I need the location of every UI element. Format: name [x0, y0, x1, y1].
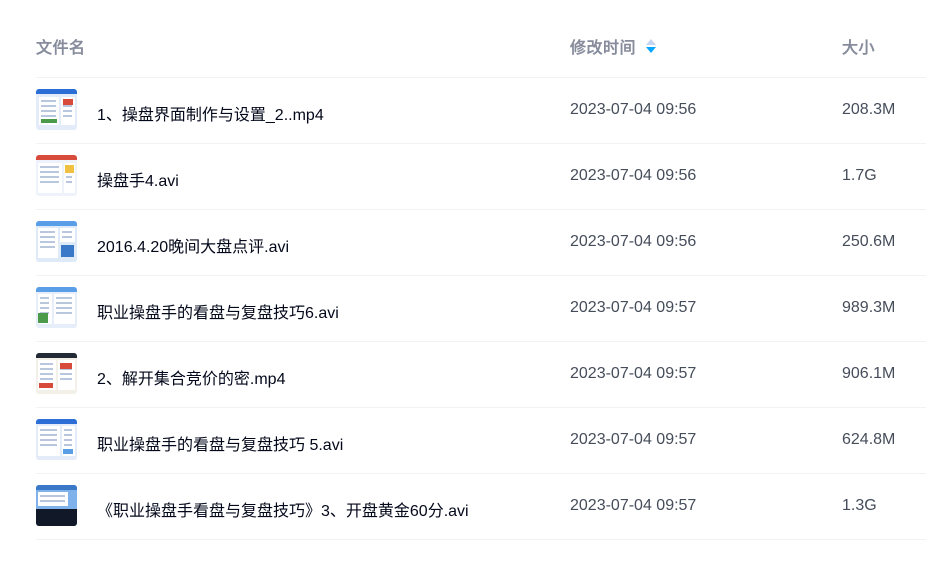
file-modified-time: 2023-07-04 09:57 [570, 365, 697, 382]
file-row[interactable]: 操盘手4.avi 2023-07-04 09:56 1.7G [36, 144, 926, 210]
file-modified-time: 2023-07-04 09:57 [570, 431, 697, 448]
file-modified-time: 2023-07-04 09:57 [570, 299, 697, 316]
file-name[interactable]: 《职业操盘手看盘与复盘技巧》3、开盘黄金60分.avi [97, 497, 469, 521]
column-header-time-label: 修改时间 [570, 40, 637, 57]
file-row[interactable]: 2016.4.20晚间大盘点评.avi 2023-07-04 09:56 250.6… [36, 210, 926, 276]
file-name[interactable]: 2016.4.20晚间大盘点评.avi [97, 233, 289, 257]
file-name[interactable]: 职业操盘手的看盘与复盘技巧 5.avi [97, 431, 343, 455]
file-modified-time: 2023-07-04 09:56 [570, 167, 697, 184]
file-size: 1.3G [842, 497, 877, 514]
file-size: 989.3M [842, 299, 896, 316]
file-row[interactable]: 2、解开集合竞价的密.mp4 2023-07-04 09:57 906.1M [36, 342, 926, 408]
file-row[interactable]: 职业操盘手的看盘与复盘技巧6.avi 2023-07-04 09:57 989.3M [36, 276, 926, 342]
column-header-time[interactable]: 修改时间 [570, 34, 657, 58]
video-thumbnail-icon[interactable] [36, 287, 77, 328]
file-modified-time: 2023-07-04 09:57 [570, 497, 697, 514]
file-row[interactable]: 1、操盘界面制作与设置_2..mp4 2023-07-04 09:56 208.3M [36, 78, 926, 144]
file-size: 906.1M [842, 365, 896, 382]
table-header: 文件名 修改时间 大小 [36, 0, 926, 78]
file-list-table: 文件名 修改时间 大小 1、操盘界面制作与设置_2..mp4 2023-07-04… [36, 0, 926, 540]
video-thumbnail-icon[interactable] [36, 89, 77, 130]
file-row[interactable]: 职业操盘手的看盘与复盘技巧 5.avi 2023-07-04 09:57 624.8… [36, 408, 926, 474]
file-row[interactable]: 《职业操盘手看盘与复盘技巧》3、开盘黄金60分.avi 2023-07-04 09… [36, 474, 926, 540]
column-header-size[interactable]: 大小 [842, 34, 875, 58]
file-name[interactable]: 1、操盘界面制作与设置_2..mp4 [97, 101, 324, 125]
video-thumbnail-icon[interactable] [36, 353, 77, 394]
file-modified-time: 2023-07-04 09:56 [570, 233, 697, 250]
file-size: 1.7G [842, 167, 877, 184]
file-name[interactable]: 操盘手4.avi [97, 167, 179, 191]
column-header-name[interactable]: 文件名 [36, 34, 86, 58]
sort-descending-icon[interactable] [646, 39, 657, 53]
file-size: 208.3M [842, 101, 896, 118]
video-thumbnail-icon[interactable] [36, 485, 77, 526]
video-thumbnail-icon[interactable] [36, 221, 77, 262]
file-name[interactable]: 职业操盘手的看盘与复盘技巧6.avi [97, 299, 339, 323]
file-name[interactable]: 2、解开集合竞价的密.mp4 [97, 365, 285, 389]
video-thumbnail-icon[interactable] [36, 155, 77, 196]
file-modified-time: 2023-07-04 09:56 [570, 101, 697, 118]
video-thumbnail-icon[interactable] [36, 419, 77, 460]
file-size: 624.8M [842, 431, 896, 448]
file-size: 250.6M [842, 233, 896, 250]
